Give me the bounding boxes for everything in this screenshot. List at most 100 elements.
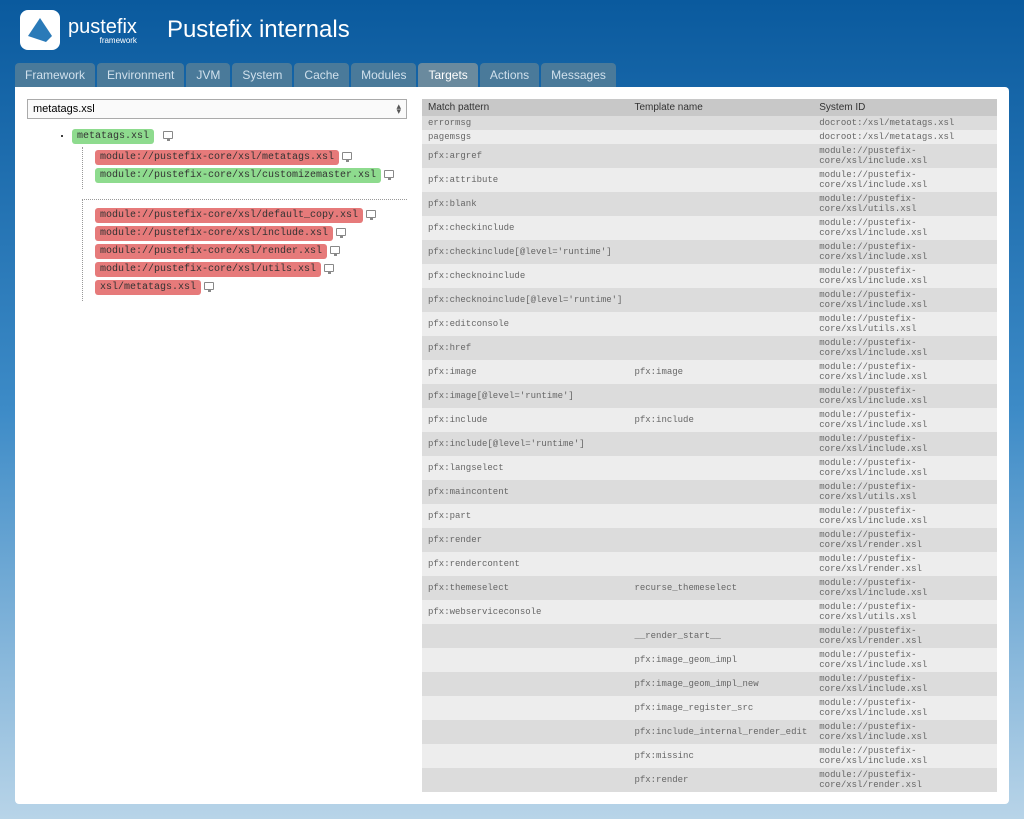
filter-icon[interactable]	[366, 210, 376, 218]
table-cell: pfx:image	[628, 360, 813, 384]
table-cell	[628, 504, 813, 528]
table-row: pfx:missincmodule://pustefix-core/xsl/in…	[422, 744, 997, 768]
table-cell: pfx:include[@level='runtime']	[422, 432, 628, 456]
table-cell: module://pustefix-core/xsl/utils.xsl	[813, 600, 997, 624]
table-cell: pfx:image_geom_impl_new	[628, 672, 813, 696]
table-cell: __render_start__	[628, 624, 813, 648]
table-cell	[628, 192, 813, 216]
table-cell	[628, 600, 813, 624]
table-row: pfx:image_geom_implmodule://pustefix-cor…	[422, 648, 997, 672]
tree-node[interactable]: module://pustefix-core/xsl/include.xsl	[95, 226, 333, 241]
table-cell: module://pustefix-core/xsl/include.xsl	[813, 720, 997, 744]
table-cell: module://pustefix-core/xsl/include.xsl	[813, 216, 997, 240]
table-cell	[628, 384, 813, 408]
table-cell: module://pustefix-core/xsl/render.xsl	[813, 624, 997, 648]
filter-icon[interactable]	[324, 264, 334, 272]
table-cell: pfx:image	[422, 360, 628, 384]
table-cell: module://pustefix-core/xsl/include.xsl	[813, 408, 997, 432]
tab-modules[interactable]: Modules	[351, 63, 416, 87]
table-cell: module://pustefix-core/xsl/include.xsl	[813, 744, 997, 768]
table-cell: pfx:include	[422, 408, 628, 432]
table-cell: pfx:editconsole	[422, 312, 628, 336]
table-cell: pfx:include	[628, 408, 813, 432]
tab-targets[interactable]: Targets	[418, 63, 477, 87]
table-cell: module://pustefix-core/xsl/include.xsl	[813, 696, 997, 720]
column-header: System ID	[813, 99, 997, 116]
tree-group-2: module://pustefix-core/xsl/default_copy.…	[82, 199, 407, 301]
selector-value: metatags.xsl	[33, 103, 95, 115]
table-cell: module://pustefix-core/xsl/render.xsl	[813, 768, 997, 792]
tree-root-node[interactable]: metatags.xsl	[72, 129, 154, 144]
table-cell	[628, 456, 813, 480]
table-cell: pfx:checkinclude	[422, 216, 628, 240]
tab-actions[interactable]: Actions	[480, 63, 539, 87]
target-selector[interactable]: metatags.xsl ▴▾	[27, 99, 407, 119]
filter-icon[interactable]	[204, 282, 214, 290]
tree-group-1: module://pustefix-core/xsl/metatags.xsl m…	[82, 147, 407, 189]
tree-node[interactable]: module://pustefix-core/xsl/customizemast…	[95, 168, 381, 183]
tree-node[interactable]: xsl/metatags.xsl	[95, 280, 201, 295]
tab-environment[interactable]: Environment	[97, 63, 184, 87]
table-cell: pfx:langselect	[422, 456, 628, 480]
filter-icon[interactable]	[330, 246, 340, 254]
table-cell: pfx:blank	[422, 192, 628, 216]
select-arrows-icon: ▴▾	[396, 104, 401, 114]
table-cell	[422, 744, 628, 768]
dependency-tree: metatags.xsl module://pustefix-core/xsl/…	[57, 129, 407, 301]
table-row: pfx:includepfx:includemodule://pustefix-…	[422, 408, 997, 432]
table-cell: module://pustefix-core/xsl/utils.xsl	[813, 480, 997, 504]
table-cell: pfx:part	[422, 504, 628, 528]
table-cell	[628, 528, 813, 552]
table-row: pfx:include_internal_render_editmodule:/…	[422, 720, 997, 744]
table-cell	[422, 696, 628, 720]
table-cell	[422, 720, 628, 744]
table-cell: docroot:/xsl/metatags.xsl	[813, 116, 997, 130]
tree-node[interactable]: module://pustefix-core/xsl/metatags.xsl	[95, 150, 339, 165]
filter-icon[interactable]	[336, 228, 346, 236]
table-cell: pfx:image[@level='runtime']	[422, 384, 628, 408]
tree-node[interactable]: module://pustefix-core/xsl/utils.xsl	[95, 262, 321, 277]
table-row: pfx:hrefmodule://pustefix-core/xsl/inclu…	[422, 336, 997, 360]
tab-messages[interactable]: Messages	[541, 63, 616, 87]
table-cell: pfx:argref	[422, 144, 628, 168]
brand-logo: pustefix framework	[20, 10, 137, 50]
table-row: pfx:maincontentmodule://pustefix-core/xs…	[422, 480, 997, 504]
table-row: pfx:checkinclude[@level='runtime']module…	[422, 240, 997, 264]
table-cell: module://pustefix-core/xsl/include.xsl	[813, 288, 997, 312]
tab-system[interactable]: System	[232, 63, 292, 87]
table-cell: module://pustefix-core/xsl/include.xsl	[813, 648, 997, 672]
table-cell: module://pustefix-core/xsl/render.xsl	[813, 528, 997, 552]
table-cell: pfx:themeselect	[422, 576, 628, 600]
table-cell	[628, 144, 813, 168]
tab-jvm[interactable]: JVM	[186, 63, 230, 87]
tab-framework[interactable]: Framework	[15, 63, 95, 87]
logo-icon	[20, 10, 60, 50]
table-cell: pfx:href	[422, 336, 628, 360]
filter-icon[interactable]	[384, 170, 394, 178]
table-cell: pfx:rendercontent	[422, 552, 628, 576]
tab-cache[interactable]: Cache	[294, 63, 349, 87]
filter-icon[interactable]	[163, 131, 173, 139]
table-cell	[628, 116, 813, 130]
main-content: metatags.xsl ▴▾ metatags.xsl module://pu…	[15, 87, 1009, 804]
tree-node[interactable]: module://pustefix-core/xsl/render.xsl	[95, 244, 327, 259]
tree-node[interactable]: module://pustefix-core/xsl/default_copy.…	[95, 208, 363, 223]
table-cell: recurse_themeselect	[628, 576, 813, 600]
filter-icon[interactable]	[342, 152, 352, 160]
table-row: pfx:argrefmodule://pustefix-core/xsl/inc…	[422, 144, 997, 168]
table-cell	[628, 480, 813, 504]
table-cell: module://pustefix-core/xsl/include.xsl	[813, 360, 997, 384]
table-row: pfx:checknoinclude[@level='runtime'] modu…	[422, 288, 997, 312]
table-row: pfx:editconsole module://pustefix-core/xs…	[422, 312, 997, 336]
table-cell: pfx:webserviceconsole	[422, 600, 628, 624]
table-cell: module://pustefix-core/xsl/utils.xsl	[813, 312, 997, 336]
table-cell: module://pustefix-core/xsl/include.xsl	[813, 456, 997, 480]
table-cell	[628, 312, 813, 336]
table-cell	[628, 432, 813, 456]
table-cell: pfx:checknoinclude[@level='runtime']	[422, 288, 628, 312]
page-header: pustefix framework Pustefix internals	[0, 0, 1024, 55]
brand-name: pustefix	[68, 16, 137, 38]
table-row: pfx:image_geom_impl_newmodule://pustefix…	[422, 672, 997, 696]
table-cell	[628, 216, 813, 240]
table-cell: pfx:render	[422, 528, 628, 552]
